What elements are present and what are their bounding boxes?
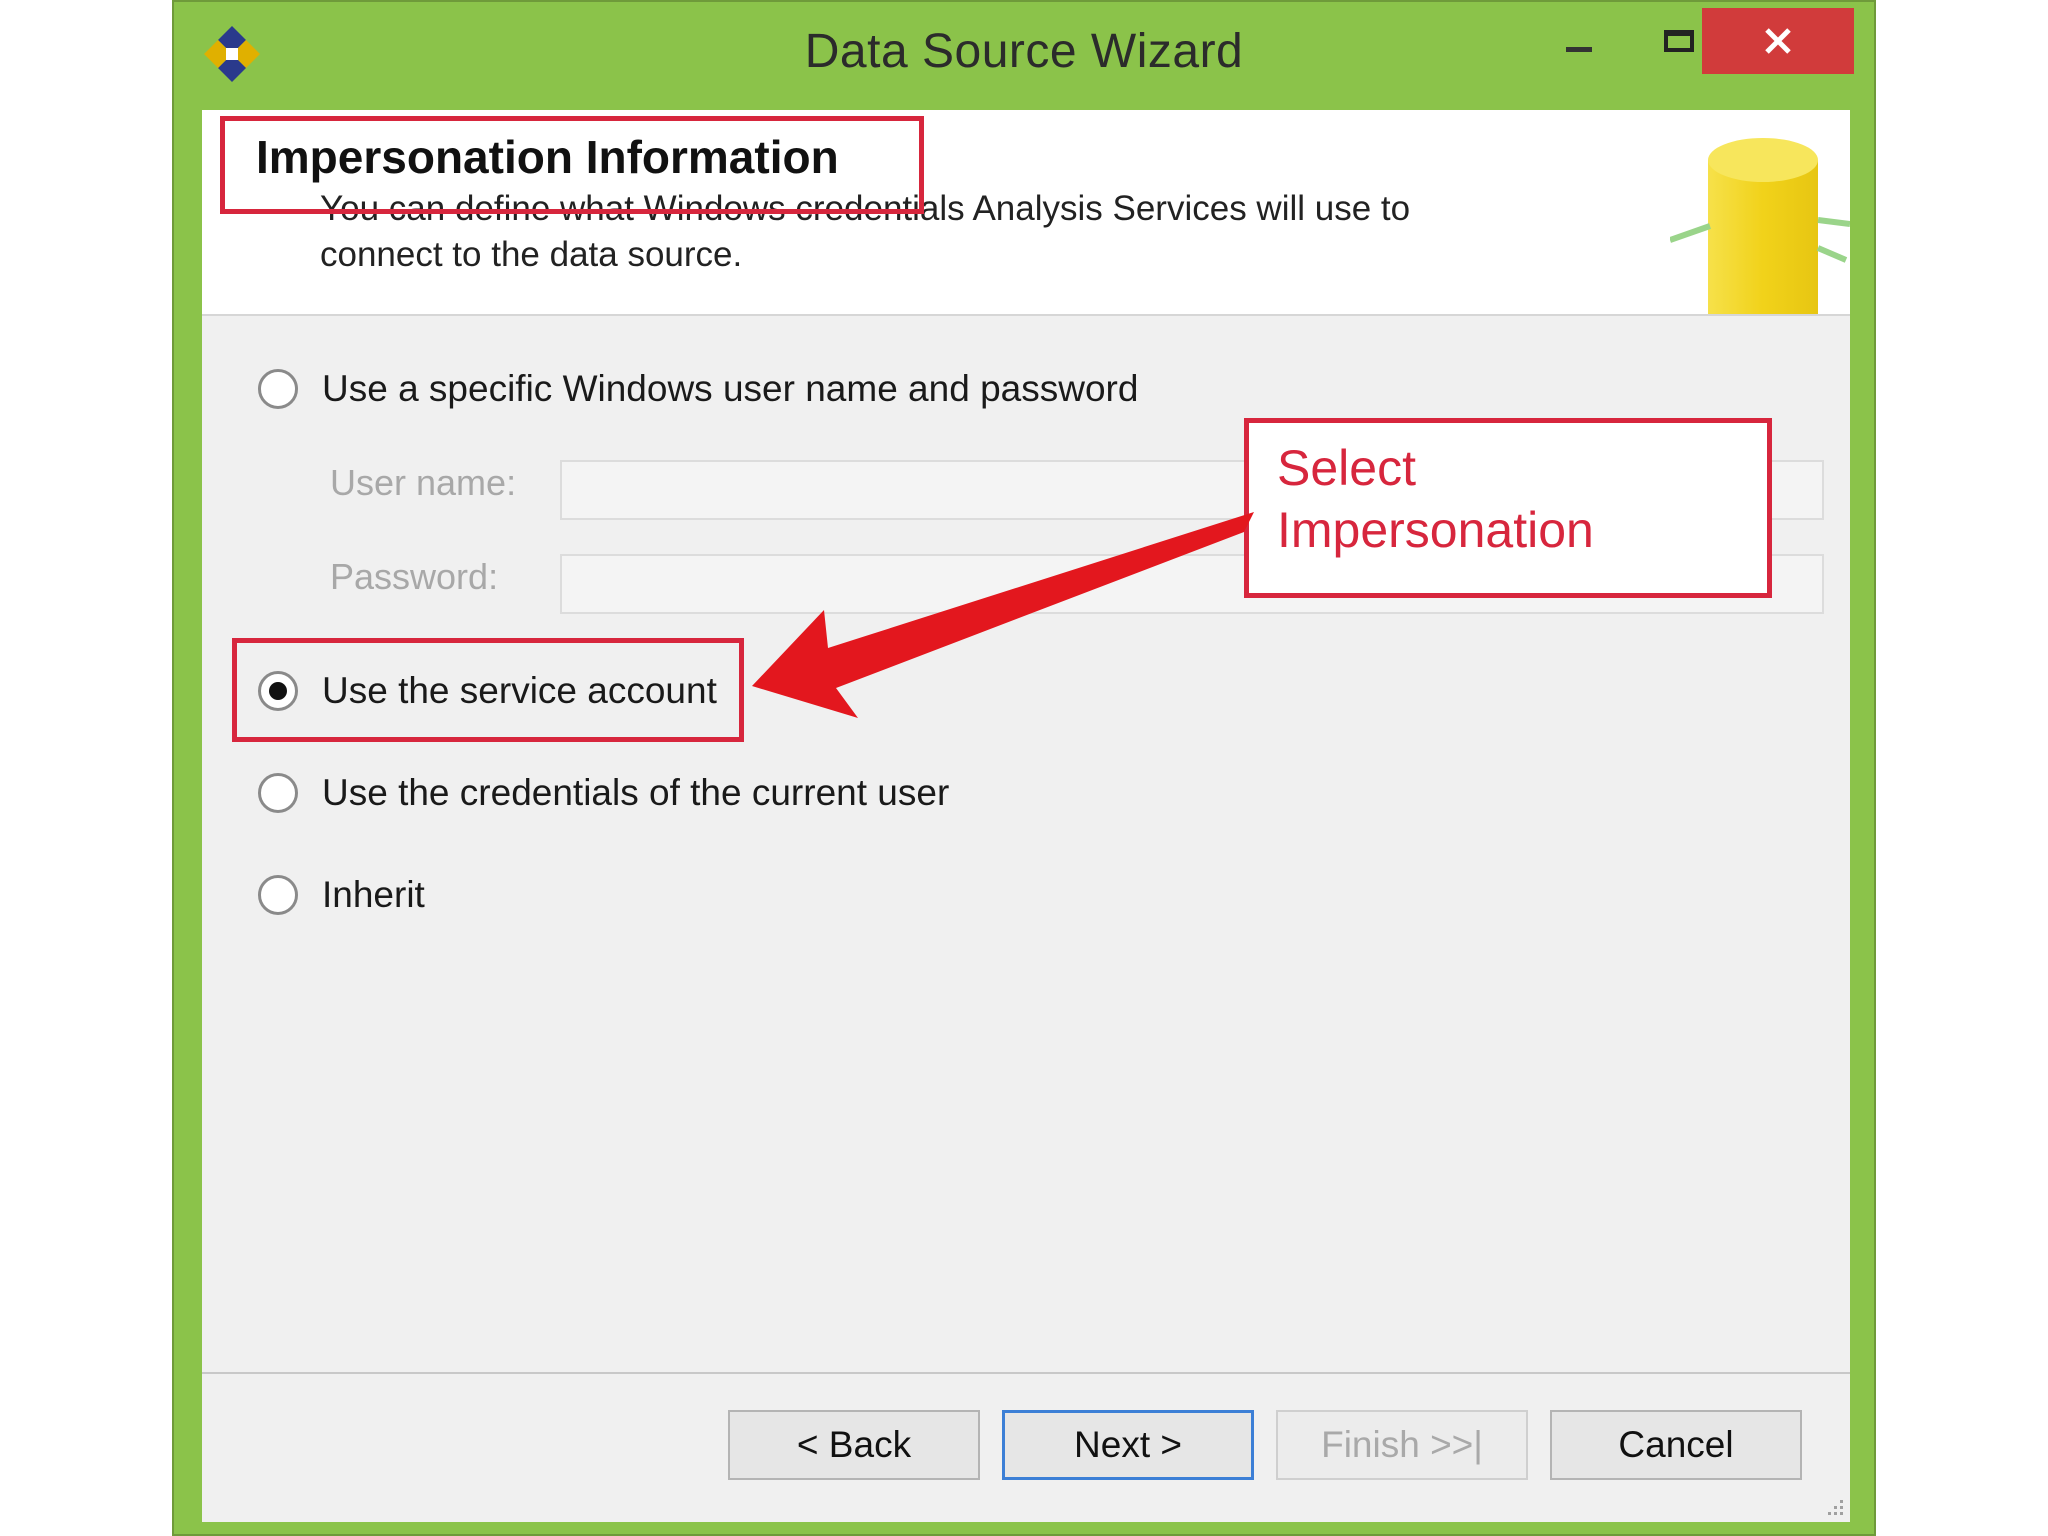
minimize-button[interactable] bbox=[1534, 8, 1624, 74]
option-current-user[interactable]: Use the credentials of the current user bbox=[258, 772, 949, 814]
option-label: Use the credentials of the current user bbox=[322, 772, 950, 813]
title-highlight-box bbox=[220, 116, 924, 214]
radio-inherit[interactable] bbox=[258, 875, 298, 915]
close-icon bbox=[1765, 28, 1791, 54]
maximize-icon bbox=[1664, 30, 1694, 52]
radio-current-user[interactable] bbox=[258, 773, 298, 813]
back-button[interactable]: < Back bbox=[728, 1410, 980, 1480]
footer-divider bbox=[202, 1372, 1850, 1374]
password-label: Password: bbox=[330, 556, 499, 597]
wizard-client-area: Impersonation Information You can define… bbox=[202, 110, 1850, 1522]
service-account-highlight-box bbox=[232, 638, 744, 742]
title-bar[interactable]: Data Source Wizard bbox=[174, 2, 1874, 110]
option-specific-user[interactable]: Use a specific Windows user name and pas… bbox=[258, 368, 1138, 410]
cancel-button[interactable]: Cancel bbox=[1550, 1410, 1802, 1480]
radio-specific-user[interactable] bbox=[258, 369, 298, 409]
option-inherit[interactable]: Inherit bbox=[258, 874, 425, 916]
wizard-header: Impersonation Information You can define… bbox=[202, 110, 1850, 316]
option-label: Use a specific Windows user name and pas… bbox=[322, 368, 1139, 409]
wizard-window: Data Source Wizard Impersonation Informa… bbox=[172, 0, 1876, 1536]
resize-grip-icon[interactable] bbox=[1824, 1496, 1846, 1518]
minimize-icon bbox=[1566, 46, 1592, 52]
username-label: User name: bbox=[330, 462, 517, 503]
option-label: Inherit bbox=[322, 874, 425, 915]
next-button[interactable]: Next > bbox=[1002, 1410, 1254, 1480]
close-button[interactable] bbox=[1702, 8, 1854, 74]
database-icon bbox=[1670, 138, 1850, 314]
annotation-callout: Select Impersonation bbox=[1244, 418, 1772, 598]
finish-button[interactable]: Finish >>| bbox=[1276, 1410, 1528, 1480]
